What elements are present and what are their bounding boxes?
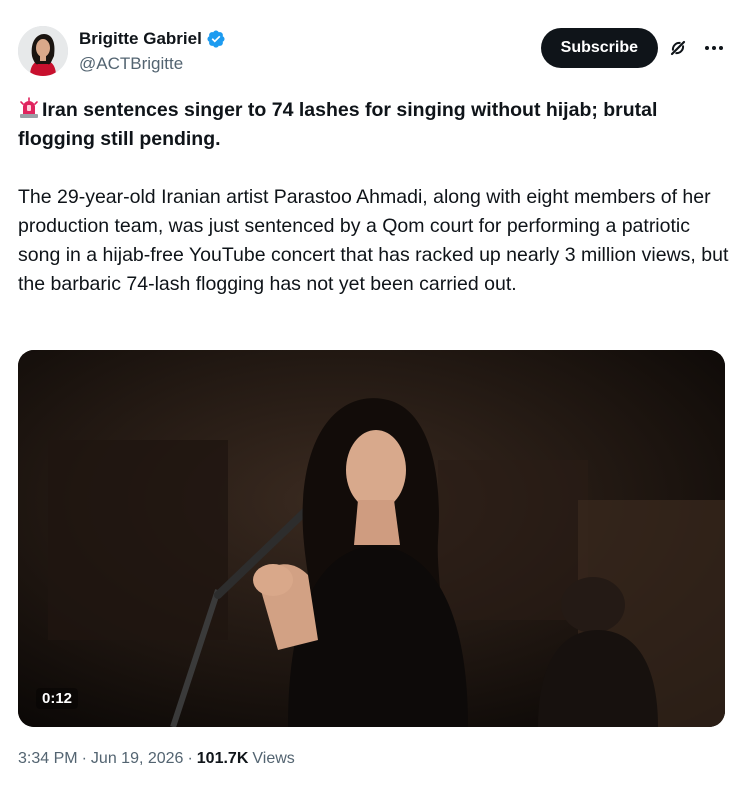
video-frame xyxy=(18,350,725,727)
author-names: Brigitte Gabriel @ACTBrigitte xyxy=(79,28,226,74)
video-duration: 0:12 xyxy=(36,688,79,709)
video-player[interactable]: 0:12 xyxy=(18,350,725,727)
post-time[interactable]: 3:34 PM xyxy=(18,750,78,768)
avatar-image xyxy=(18,26,68,76)
police-light-icon xyxy=(18,97,40,119)
post-headline: Iran sentences singer to 74 lashes for s… xyxy=(18,96,730,154)
post-date[interactable]: Jun 19, 2026 xyxy=(91,750,184,768)
views-count: 101.7K xyxy=(196,750,249,767)
author-handle[interactable]: @ACTBrigitte xyxy=(79,54,226,74)
post-meta: 3:34 PM · Jun 19, 2026 · 101.7K Views xyxy=(18,750,295,768)
more-options-icon[interactable] xyxy=(702,36,726,60)
meta-separator: · xyxy=(81,750,87,767)
verified-badge-icon[interactable] xyxy=(206,29,226,49)
meta-separator: · xyxy=(187,750,193,767)
views-label: Views xyxy=(252,750,295,767)
post-body: The 29-year-old Iranian artist Parastoo … xyxy=(18,186,729,295)
author-display-name[interactable]: Brigitte Gabriel xyxy=(79,29,202,49)
avatar[interactable] xyxy=(18,26,68,76)
post-headline-text: Iran sentences singer to 74 lashes for s… xyxy=(18,99,658,150)
post-text: Iran sentences singer to 74 lashes for s… xyxy=(18,96,730,299)
grok-icon[interactable] xyxy=(666,36,690,60)
subscribe-button[interactable]: Subscribe xyxy=(540,28,658,68)
post-header: Brigitte Gabriel @ACTBrigitte Subscribe xyxy=(18,22,726,78)
